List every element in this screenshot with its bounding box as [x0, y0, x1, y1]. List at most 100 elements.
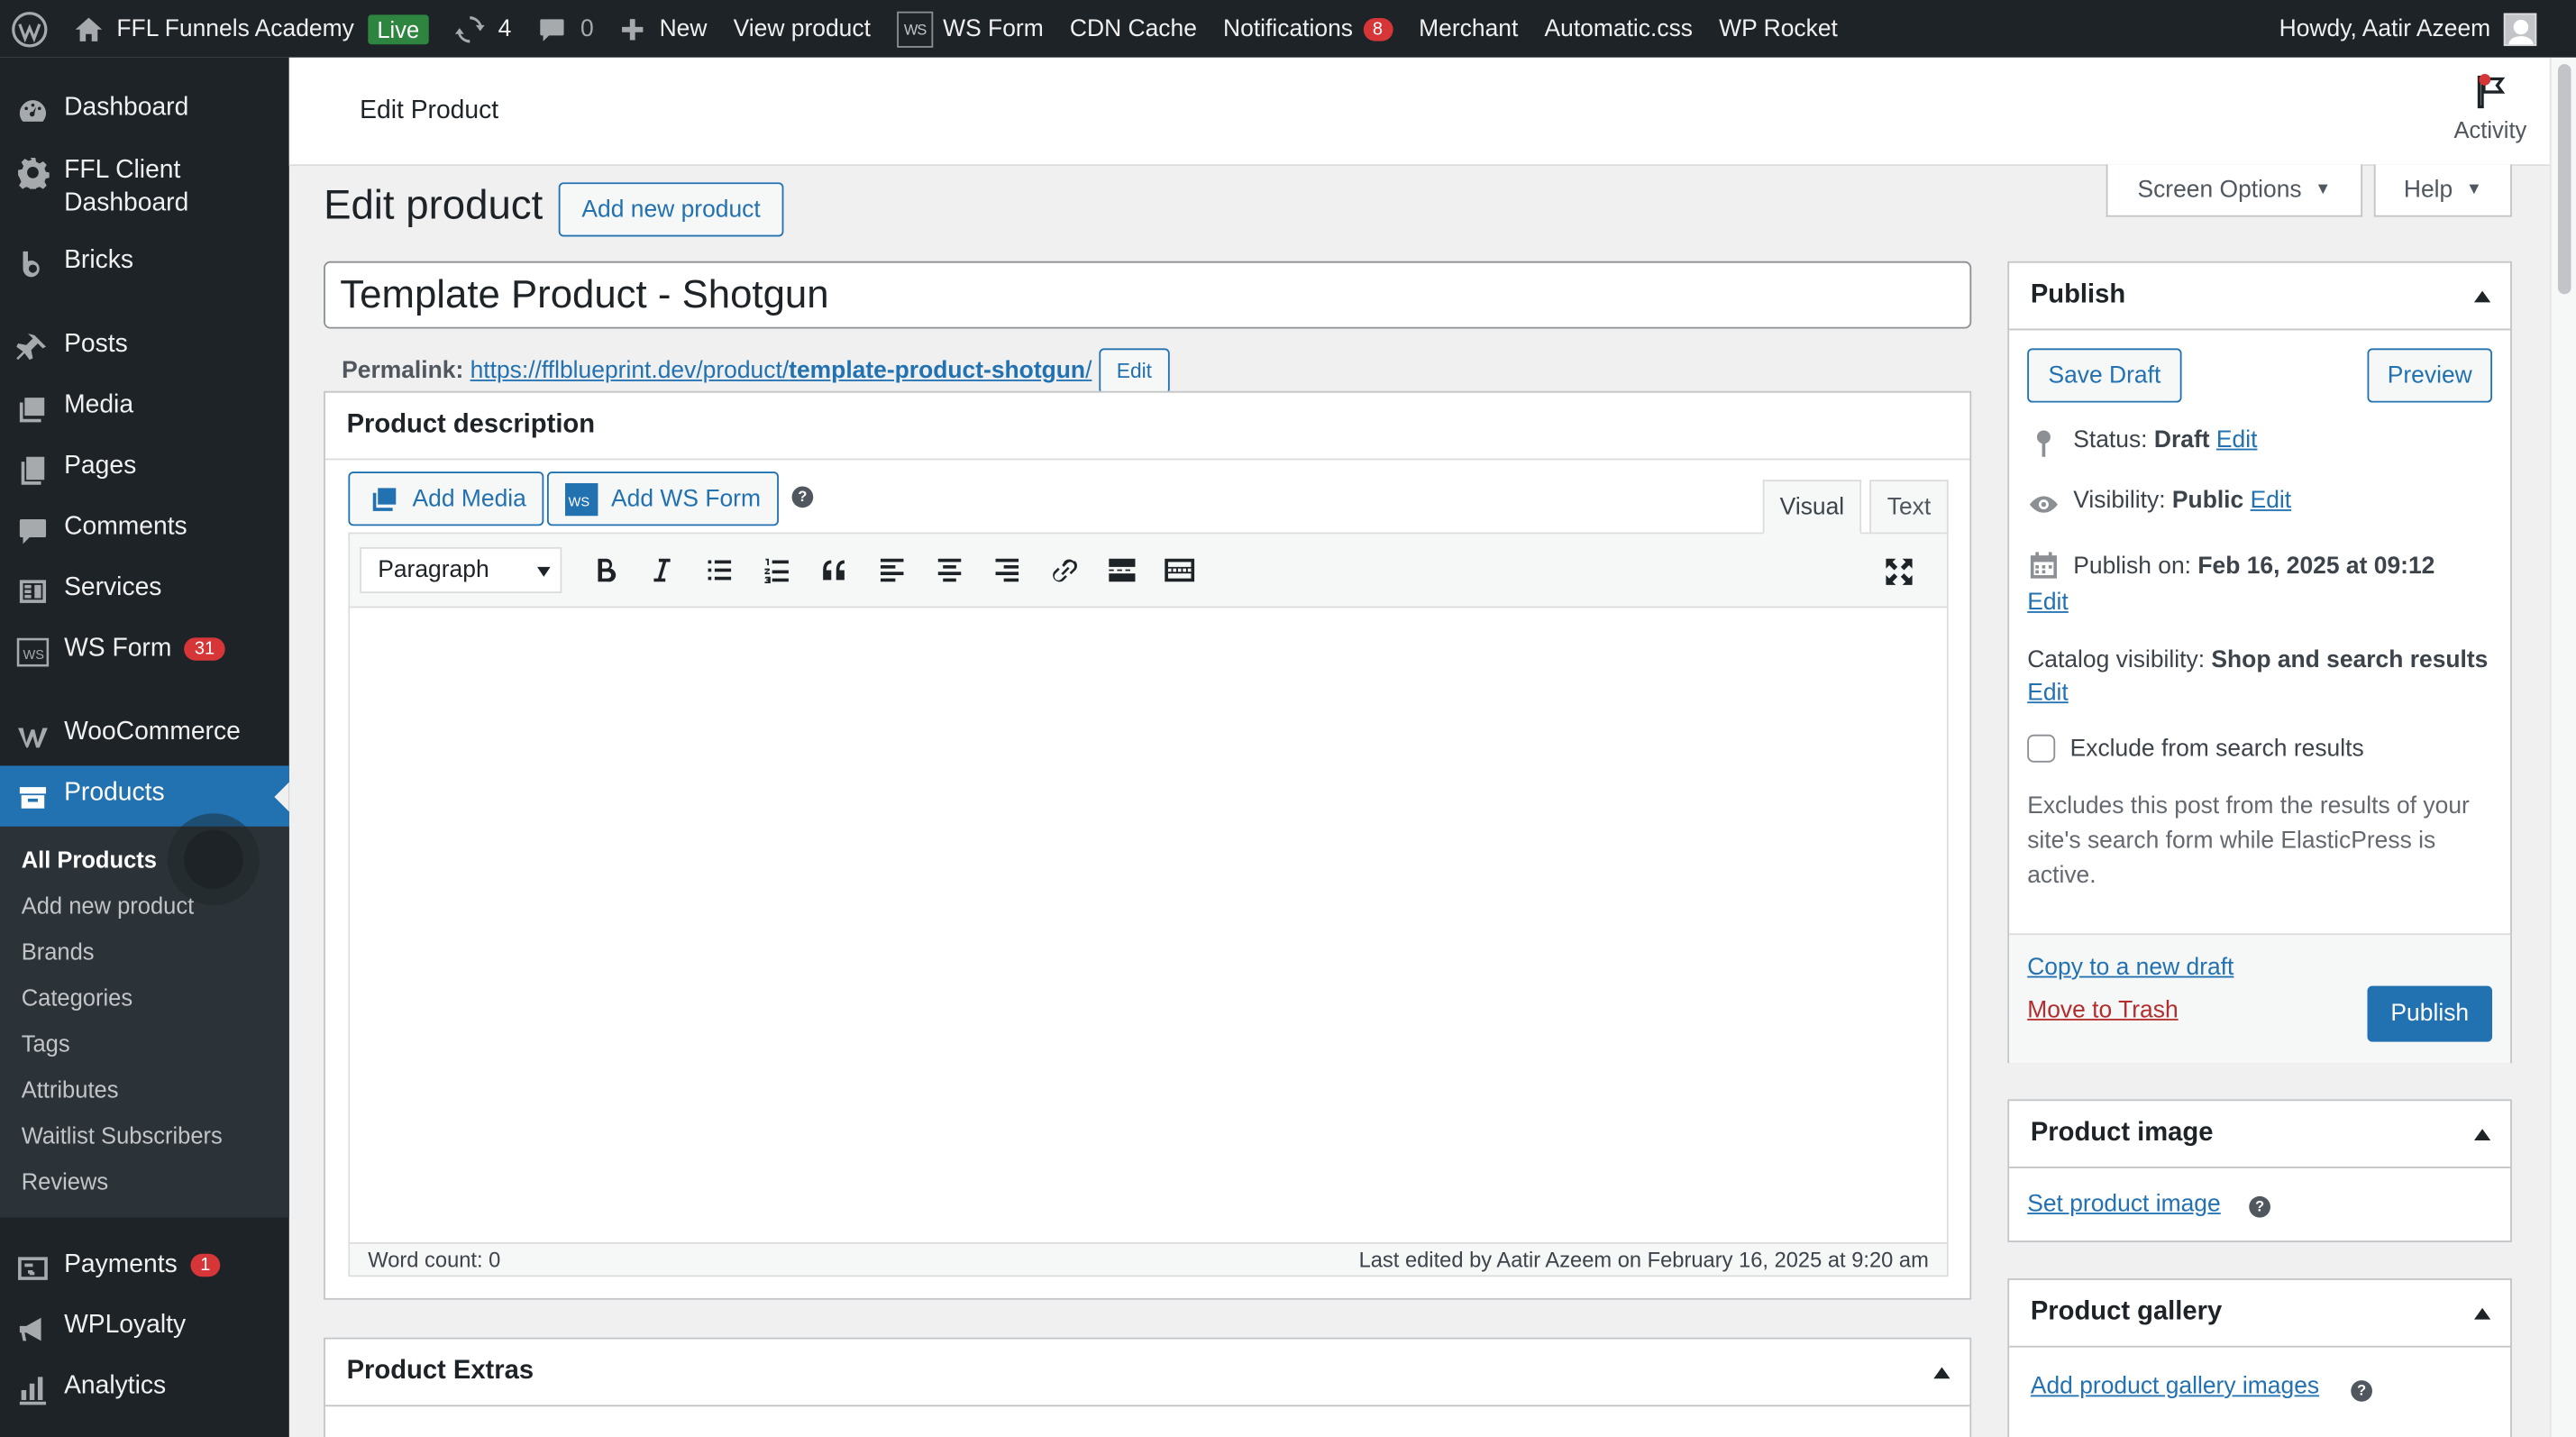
pin-icon — [2036, 430, 2051, 457]
submenu-categories[interactable]: Categories — [0, 975, 289, 1021]
view-product[interactable]: View product — [720, 0, 883, 58]
add-new-product-button[interactable]: Add new product — [558, 182, 784, 237]
menu-analytics[interactable]: Analytics — [0, 1359, 289, 1419]
copy-to-draft-link[interactable]: Copy to a new draft — [2027, 955, 2233, 981]
add-media-button[interactable]: Add Media — [348, 471, 544, 526]
format-select[interactable]: Paragraph — [360, 546, 562, 593]
collapse-icon[interactable] — [2473, 1307, 2491, 1320]
menu-dashboard[interactable]: Dashboard — [0, 80, 289, 141]
link-icon[interactable] — [1035, 545, 1092, 595]
product-gallery-header[interactable]: Product gallery — [2009, 1280, 2511, 1348]
notifications[interactable]: Notifications 8 — [1210, 0, 1405, 58]
bricks-icon — [16, 248, 49, 280]
page-scrollbar[interactable] — [2549, 57, 2576, 1437]
product-gallery-help-icon[interactable]: ? — [2351, 1380, 2372, 1402]
product-image-help-icon[interactable]: ? — [2249, 1195, 2270, 1218]
publish-button[interactable]: Publish — [2367, 985, 2493, 1042]
screen-options-button[interactable]: Screen Options ▼ — [2106, 164, 2363, 217]
submenu-tags[interactable]: Tags — [0, 1021, 289, 1066]
numbered-list-icon[interactable] — [747, 545, 805, 595]
add-gallery-images-link[interactable]: Add product gallery images — [2031, 1374, 2319, 1400]
visibility-edit-link[interactable]: Edit — [2251, 488, 2292, 514]
activity-button[interactable]: Activity — [2453, 74, 2526, 143]
help-button[interactable]: Help ▼ — [2373, 164, 2512, 217]
comments[interactable]: 0 — [525, 0, 607, 58]
submenu-all-products[interactable]: All Products — [0, 829, 289, 890]
menu-pages[interactable]: Pages — [0, 439, 289, 499]
publish-header[interactable]: Publish — [2009, 263, 2511, 331]
caret-down-icon: ▼ — [2465, 180, 2482, 199]
tab-text[interactable]: Text — [1869, 480, 1949, 535]
comments-icon — [16, 515, 49, 547]
preview-button[interactable]: Preview — [2367, 348, 2493, 403]
menu-wployalty[interactable]: WPLoyalty — [0, 1298, 289, 1359]
comment-icon — [540, 18, 565, 41]
product-gallery-box: Product gallery — [2007, 1278, 2512, 1437]
updates[interactable]: 4 — [443, 0, 525, 58]
collapse-icon[interactable] — [2473, 290, 2491, 303]
product-title-input[interactable]: Template Product - Shotgun — [324, 261, 1972, 329]
menu-ffl-client-dashboard[interactable]: FFL Client Dashboard — [0, 142, 289, 233]
align-left-icon[interactable] — [863, 545, 920, 595]
caret-down-icon: ▼ — [2315, 180, 2332, 199]
collapse-icon[interactable] — [1933, 1367, 1950, 1379]
pin-icon — [16, 332, 49, 364]
eye-icon — [2029, 496, 2058, 513]
fullscreen-icon[interactable] — [1869, 547, 1927, 597]
publish-on-edit-link[interactable]: Edit — [2027, 590, 2069, 616]
toolbar-toggle-icon[interactable] — [1150, 545, 1208, 595]
add-ws-form-button[interactable]: WS Add WS Form — [546, 471, 780, 526]
tab-visual[interactable]: Visual — [1762, 480, 1862, 535]
menu-posts[interactable]: Posts — [0, 317, 289, 378]
permalink-url[interactable]: https://fflblueprint.dev/product/templat… — [470, 358, 1092, 384]
menu-payments[interactable]: Payments 1 — [0, 1237, 289, 1297]
new-content[interactable]: New — [607, 0, 720, 58]
catalog-edit-link[interactable]: Edit — [2027, 681, 2069, 707]
align-center-icon[interactable] — [920, 545, 978, 595]
scrollbar-thumb[interactable] — [2557, 64, 2571, 295]
read-more-icon[interactable] — [1092, 545, 1150, 595]
bulleted-list-icon[interactable] — [690, 545, 748, 595]
submenu-reviews[interactable]: Reviews — [0, 1158, 289, 1204]
menu-ws-form[interactable]: WS WS Form 31 — [0, 621, 289, 682]
menu-bricks[interactable]: Bricks — [0, 233, 289, 294]
wp-rocket[interactable]: WP Rocket — [1706, 0, 1851, 58]
menu-services[interactable]: Services — [0, 561, 289, 621]
ws-form-menu[interactable]: WS WS Form — [884, 0, 1057, 58]
site-name[interactable]: FFL Funnels Academy Live — [60, 0, 442, 58]
cdn-cache[interactable]: CDN Cache — [1056, 0, 1210, 58]
exclude-checkbox[interactable] — [2027, 734, 2056, 763]
pages-icon — [16, 453, 49, 486]
permalink-edit-button[interactable]: Edit — [1098, 348, 1171, 395]
menu-media[interactable]: Media — [0, 378, 289, 438]
product-extras-header[interactable]: Product Extras — [324, 1340, 1970, 1407]
align-right-icon[interactable] — [978, 545, 1036, 595]
blockquote-icon[interactable] — [805, 545, 863, 595]
status-edit-link[interactable]: Edit — [2216, 427, 2258, 453]
analytics-icon — [16, 1374, 49, 1406]
bold-icon[interactable] — [575, 545, 633, 595]
caret-down-icon — [537, 566, 551, 577]
submenu-add-new-product[interactable]: Add new product — [0, 883, 289, 929]
visibility-row: Visibility: Public Edit — [2027, 488, 2291, 520]
move-to-trash-link[interactable]: Move to Trash — [2027, 997, 2178, 1023]
submenu-brands[interactable]: Brands — [0, 929, 289, 975]
product-image-header[interactable]: Product image — [2009, 1101, 2511, 1168]
set-product-image-link[interactable]: Set product image — [2027, 1191, 2221, 1217]
save-draft-button[interactable]: Save Draft — [2027, 348, 2182, 403]
italic-icon[interactable] — [633, 545, 690, 595]
collapse-icon[interactable] — [2473, 1129, 2491, 1140]
notifications-count: 8 — [1362, 17, 1393, 41]
wordpress-logo-icon[interactable] — [0, 0, 60, 58]
submenu-waitlist-subscribers[interactable]: Waitlist Subscribers — [0, 1112, 289, 1158]
editor-content-area[interactable] — [350, 608, 1947, 1246]
menu-woocommerce[interactable]: WooCommerce — [0, 705, 289, 765]
menu-products[interactable]: Products — [0, 765, 289, 827]
automatic-css[interactable]: Automatic.css — [1531, 0, 1706, 58]
merchant[interactable]: Merchant — [1406, 0, 1531, 58]
my-account[interactable]: Howdy, Aatir Azeem — [2279, 0, 2537, 58]
megaphone-icon — [16, 1313, 49, 1345]
submenu-attributes[interactable]: Attributes — [0, 1066, 289, 1112]
description-help-icon[interactable]: ? — [791, 486, 814, 508]
menu-comments[interactable]: Comments — [0, 499, 289, 560]
